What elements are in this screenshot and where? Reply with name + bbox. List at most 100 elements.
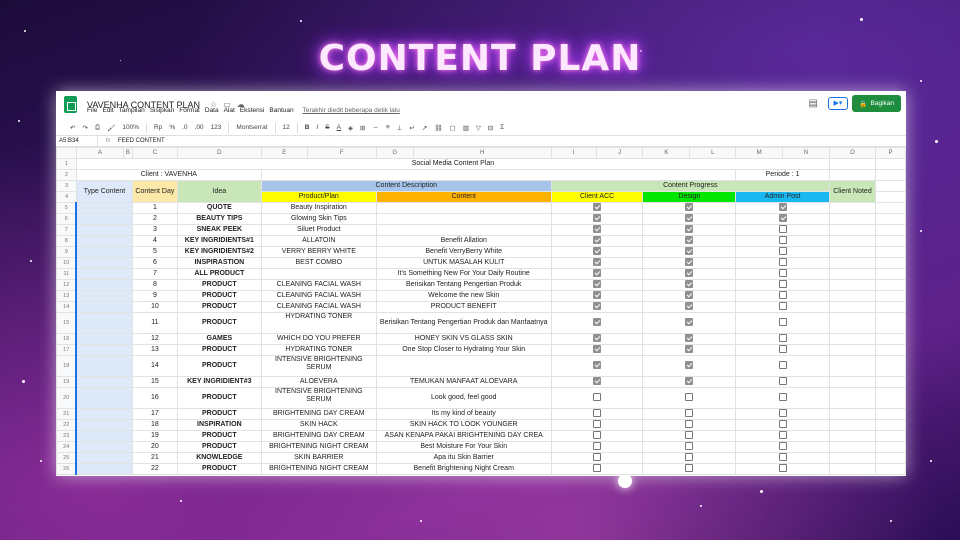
idea-cell[interactable]: BEAUTY TIPS xyxy=(176,213,262,225)
content-day-cell[interactable]: 22 xyxy=(131,463,178,475)
admin-post-checkbox[interactable] xyxy=(778,247,787,256)
admin-post-checkbox[interactable] xyxy=(778,280,787,289)
strikethrough-icon[interactable]: S xyxy=(325,124,329,131)
cell[interactable] xyxy=(874,268,906,280)
content-cell[interactable] xyxy=(375,213,552,225)
column-header[interactable]: M xyxy=(735,147,784,159)
content-day-cell[interactable]: 15 xyxy=(131,376,178,388)
content-day-cell[interactable]: 13 xyxy=(131,344,178,356)
admin-post-cell[interactable] xyxy=(735,268,830,280)
client-acc-cell[interactable] xyxy=(550,344,644,356)
italic-icon[interactable]: I xyxy=(316,124,318,131)
client-acc-checkbox[interactable] xyxy=(593,464,602,473)
content-day-cell[interactable]: 9 xyxy=(131,290,178,302)
cell[interactable] xyxy=(874,224,906,236)
product-plan-cell[interactable] xyxy=(260,268,377,280)
content-cell[interactable]: UNTUK MASALAH KULIT xyxy=(375,257,552,269)
horizontal-align-icon[interactable]: ≡ xyxy=(386,124,390,131)
row-header[interactable]: 25 xyxy=(56,452,77,464)
admin-post-cell[interactable] xyxy=(735,463,830,475)
product-plan-cell[interactable]: ALOEVERA xyxy=(260,376,377,388)
product-plan-cell[interactable]: INTENSIVE BRIGHTENING SERUM xyxy=(260,355,377,377)
admin-post-checkbox[interactable] xyxy=(778,420,787,429)
merge-cells-icon[interactable]: ⇔ xyxy=(372,124,379,131)
client-acc-cell[interactable] xyxy=(550,202,644,214)
client-acc-checkbox[interactable] xyxy=(593,203,602,212)
formula-input[interactable]: FEED CONTENT xyxy=(118,138,165,144)
design-checkbox[interactable] xyxy=(685,258,694,267)
column-header[interactable] xyxy=(56,147,77,159)
menu-tools[interactable]: Alat xyxy=(224,107,235,114)
client-acc-cell[interactable] xyxy=(550,355,644,377)
admin-post-cell[interactable] xyxy=(735,355,830,377)
number-format-select[interactable]: 123 xyxy=(211,124,222,131)
client-acc-checkbox[interactable] xyxy=(593,442,602,451)
type-content-cell[interactable] xyxy=(75,213,133,225)
type-content-cell[interactable] xyxy=(75,235,133,247)
admin-post-cell[interactable] xyxy=(735,419,830,431)
idea-cell[interactable]: PRODUCT xyxy=(176,430,262,442)
admin-post-cell[interactable] xyxy=(735,224,830,236)
text-rotation-icon[interactable]: ↗ xyxy=(422,124,427,132)
column-header[interactable]: J xyxy=(595,147,644,159)
product-plan-cell[interactable]: CLEANING FACIAL WASH xyxy=(260,301,377,313)
client-acc-cell[interactable] xyxy=(550,333,644,345)
cell[interactable] xyxy=(828,158,876,170)
idea-cell[interactable]: PRODUCT xyxy=(176,355,262,377)
idea-cell[interactable]: GAMES xyxy=(176,333,262,345)
font-select[interactable]: Montserrat xyxy=(236,124,267,131)
design-cell[interactable] xyxy=(642,387,737,409)
content-day-cell[interactable]: 12 xyxy=(131,333,178,345)
row-header[interactable]: 4 xyxy=(56,191,77,203)
column-header[interactable]: H xyxy=(412,147,552,159)
admin-post-checkbox[interactable] xyxy=(778,334,787,343)
client-noted-cell[interactable] xyxy=(828,430,876,442)
percent-button[interactable]: % xyxy=(169,124,175,131)
row-header[interactable]: 12 xyxy=(56,279,77,291)
design-checkbox[interactable] xyxy=(685,431,694,440)
cell[interactable] xyxy=(874,191,906,203)
admin-post-checkbox[interactable] xyxy=(778,453,787,462)
row-header[interactable]: 2 xyxy=(56,169,77,181)
content-day-cell[interactable]: 5 xyxy=(131,246,178,258)
design-cell[interactable] xyxy=(642,279,737,291)
idea-header[interactable]: Idea xyxy=(176,180,262,203)
content-cell[interactable]: One Stop Closer to Hydrating Your Skin xyxy=(375,344,552,356)
design-cell[interactable] xyxy=(642,333,737,345)
client-acc-checkbox[interactable] xyxy=(593,302,602,311)
design-cell[interactable] xyxy=(642,257,737,269)
idea-cell[interactable]: PRODUCT xyxy=(176,279,262,291)
client-noted-cell[interactable] xyxy=(828,452,876,464)
column-header[interactable]: G xyxy=(375,147,414,159)
row-header[interactable]: 19 xyxy=(56,376,77,388)
content-day-cell[interactable]: 16 xyxy=(131,387,178,409)
cell[interactable] xyxy=(874,180,906,192)
content-day-cell[interactable]: 20 xyxy=(131,441,178,453)
menu-edit[interactable]: Edit xyxy=(102,107,113,114)
product-plan-cell[interactable]: HYDRATING TONER xyxy=(260,344,377,356)
type-content-cell[interactable] xyxy=(75,463,133,475)
content-cell[interactable]: Benefit Allation xyxy=(375,235,552,247)
design-cell[interactable] xyxy=(642,312,737,334)
client-noted-cell[interactable] xyxy=(828,463,876,475)
row-header[interactable]: 18 xyxy=(56,355,77,377)
content-cell[interactable]: Best Moisture For Your Skin xyxy=(375,441,552,453)
client-acc-cell[interactable] xyxy=(550,376,644,388)
row-header[interactable]: 23 xyxy=(56,430,77,442)
design-checkbox[interactable] xyxy=(685,442,694,451)
client-acc-cell[interactable] xyxy=(550,246,644,258)
type-content-cell[interactable] xyxy=(75,202,133,214)
comment-icon[interactable]: ▢ xyxy=(450,124,456,132)
admin-post-checkbox[interactable] xyxy=(778,269,787,278)
periode-label[interactable]: Periode : 1 xyxy=(735,169,830,181)
client-acc-cell[interactable] xyxy=(550,452,644,464)
design-checkbox[interactable] xyxy=(685,214,694,223)
idea-cell[interactable]: KNOWLEDGE xyxy=(176,452,262,464)
type-content-cell[interactable] xyxy=(75,344,133,356)
cell[interactable] xyxy=(874,213,906,225)
client-noted-cell[interactable] xyxy=(828,213,876,225)
content-day-cell[interactable]: 8 xyxy=(131,279,178,291)
product-plan-header[interactable]: Product/Plan xyxy=(260,191,377,203)
row-header[interactable]: 10 xyxy=(56,257,77,269)
admin-post-checkbox[interactable] xyxy=(778,409,787,418)
